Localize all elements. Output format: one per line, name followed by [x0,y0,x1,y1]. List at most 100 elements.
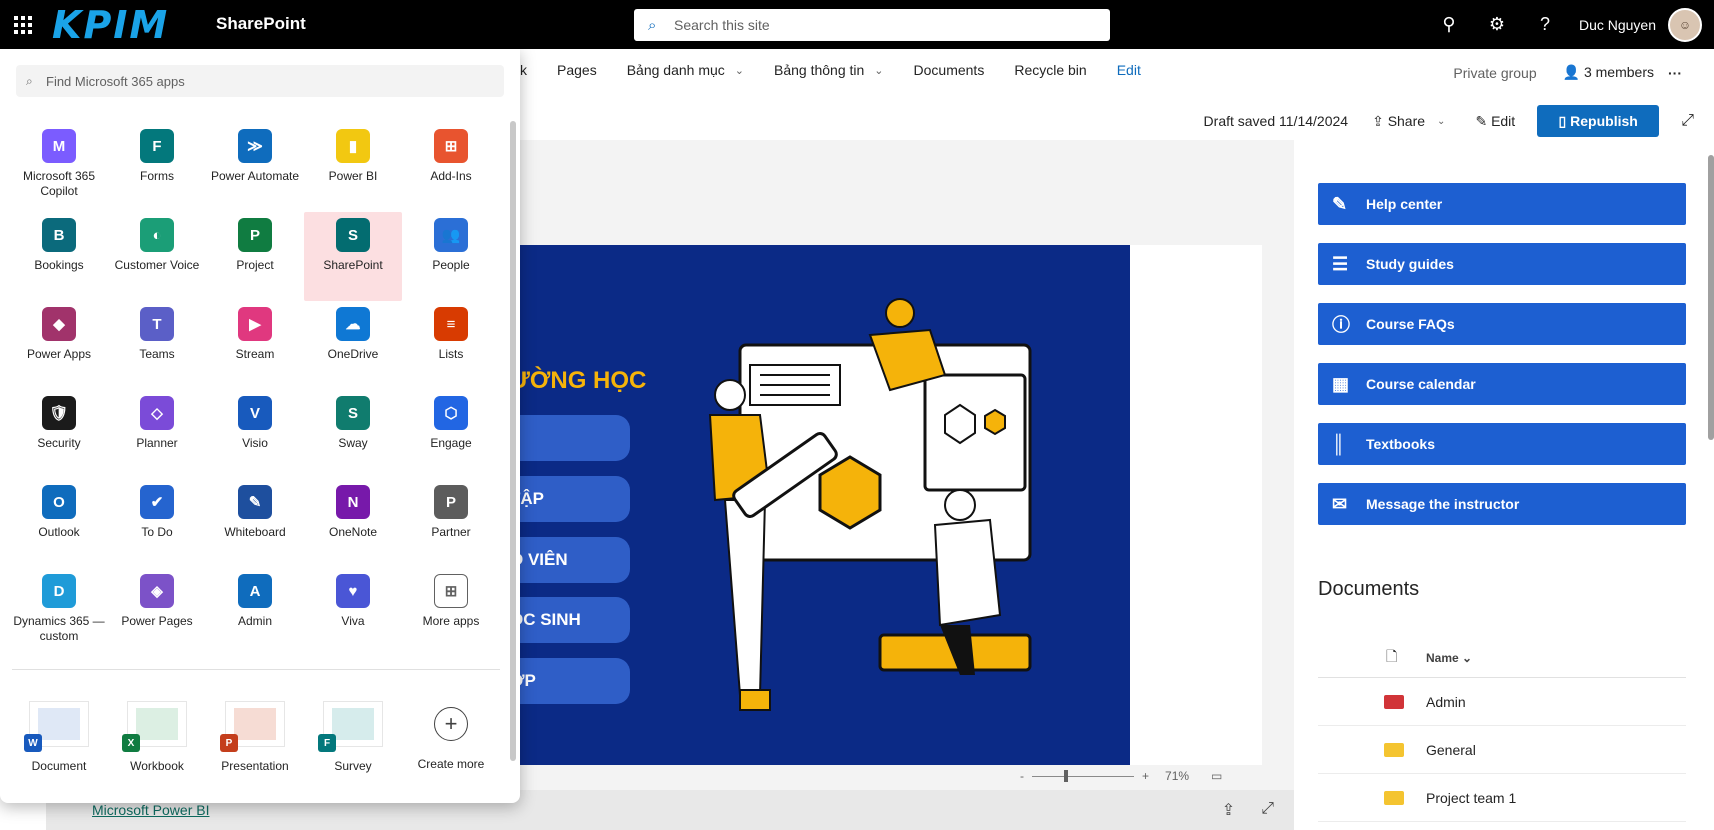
chevron-down-icon: ⌄ [734,64,744,77]
nav-item-documents[interactable]: Documents [914,62,985,78]
settings-icon[interactable]: ⚙ [1473,14,1521,35]
zoom-in-button[interactable]: + [1142,769,1149,783]
app-tile-security[interactable]: 🛡 Security [10,390,108,479]
share-icon[interactable]: ⇪ [1222,800,1235,820]
user-name[interactable]: Duc Nguyen [1579,17,1656,33]
folder-icon [1384,790,1404,805]
app-tile-stream[interactable]: ▶ Stream [206,301,304,390]
app-tile-engage[interactable]: ⬡ Engage [402,390,500,479]
app-tile-more-apps[interactable]: ⊞ More apps [402,568,500,657]
app-tile-partner[interactable]: P Partner [402,479,500,568]
expand-icon[interactable]: ⤢ [1681,112,1694,130]
feedback-icon[interactable]: ⚲ [1425,14,1473,35]
fit-page-icon[interactable]: ▭ [1211,769,1222,783]
nav-label: Bảng thông tin [774,62,865,78]
app-tile-customer-voice[interactable]: ◐ Customer Voice [108,212,206,301]
launcher-scrollbar[interactable] [510,121,516,761]
create-survey[interactable]: F Survey [304,701,402,773]
create-presentation[interactable]: P Presentation [206,701,304,773]
members-button[interactable]: 👤 3 members [1563,64,1654,81]
site-search-input[interactable]: ⌕ Search this site [634,9,1110,41]
folder-name[interactable]: General [1426,742,1476,758]
app-tile-people[interactable]: 👥 People [402,212,500,301]
app-tile-onedrive[interactable]: ☁ OneDrive [304,301,402,390]
app-tile-visio[interactable]: V Visio [206,390,304,479]
app-tile-admin[interactable]: A Admin [206,568,304,657]
app-tile-viva[interactable]: ♥ Viva [304,568,402,657]
nav-item-pages[interactable]: Pages [557,62,597,78]
nav-item-bang-danh-muc[interactable]: Bảng danh mục ⌄ [627,62,744,78]
quick-link-help-center[interactable]: ✎ Help center [1318,183,1686,225]
nav-label: Bảng danh mục [626,62,725,78]
nav-edit-link[interactable]: Edit [1117,62,1141,78]
quick-link-study-guides[interactable]: ☰ Study guides [1318,243,1686,285]
app-launcher-button[interactable] [0,0,46,49]
zoom-slider-handle[interactable] [1064,769,1068,782]
more-options-icon[interactable]: ··· [1668,65,1682,81]
create-workbook[interactable]: X Workbook [108,701,206,773]
document-badge-icon: W [24,734,42,752]
fullscreen-icon[interactable]: ⤢ [1261,800,1274,820]
bookings-icon: B [42,218,76,252]
find-apps-input[interactable]: ⌕ Find Microsoft 365 apps [16,65,504,97]
app-tile-project[interactable]: P Project [206,212,304,301]
column-name[interactable]: Name ⌄ [1426,651,1472,665]
app-tile-bookings[interactable]: B Bookings [10,212,108,301]
app-tile-planner[interactable]: ◇ Planner [108,390,206,479]
create-create-more[interactable]: + Create more [402,701,500,773]
folder-name[interactable]: Project team 1 [1426,790,1516,806]
nav-item-bang-thong-tin[interactable]: Bảng thông tin ⌄ [774,62,884,78]
app-tile-microsoft-365-copilot[interactable]: M Microsoft 365 Copilot [10,123,108,212]
app-tile-lists[interactable]: ≡ Lists [402,301,500,390]
table-row[interactable]: General [1318,726,1686,774]
command-bar: Draft saved 11/14/2024 ⇪ Share ⌄ ✎ Edit ▯… [1204,105,1714,137]
quick-link-message-instructor[interactable]: ✉ Message the instructor [1318,483,1686,525]
create-document[interactable]: W Document [10,701,108,773]
presentation-badge-icon: P [220,734,238,752]
nav-item-recycle-bin[interactable]: Recycle bin [1014,62,1086,78]
customer-voice-icon: ◐ [140,218,174,252]
app-tile-add-ins[interactable]: ⊞ Add-Ins [402,123,500,212]
app-tile-to-do[interactable]: ✔ To Do [108,479,206,568]
app-tile-whiteboard[interactable]: ✎ Whiteboard [206,479,304,568]
app-tile-sharepoint[interactable]: S SharePoint [304,212,402,301]
app-tile-outlook[interactable]: O Outlook [10,479,108,568]
quick-link-course-faqs[interactable]: ⓘ Course FAQs [1318,303,1686,345]
app-label: Teams [139,347,175,361]
app-title[interactable]: SharePoint [216,14,306,34]
suite-header: KPIM SharePoint ⌕ Search this site ⚲ ⚙ ?… [0,0,1714,49]
powerbi-report-banner[interactable]: ƯỜNG HỌC TẬP O VIÊN ỌC SINH ỚP [480,245,1130,765]
zoom-level: 71% [1165,769,1190,783]
app-tile-dynamics-365-custom[interactable]: D Dynamics 365 — custom [10,568,108,657]
folder-name[interactable]: Admin [1426,694,1466,710]
documents-title[interactable]: Documents [1318,578,1419,601]
help-icon[interactable]: ? [1521,14,1569,35]
folder-icon [1384,694,1404,709]
nav-item-partial[interactable]: k [520,62,527,78]
zoom-out-button[interactable]: - [1020,769,1024,783]
file-type-icon[interactable]: 🗋 [1318,646,1397,670]
app-tile-teams[interactable]: T Teams [108,301,206,390]
app-tile-power-apps[interactable]: ◆ Power Apps [10,301,108,390]
powerbi-link[interactable]: Microsoft Power BI [92,802,209,818]
share-button[interactable]: ⇪ Share ⌄ [1372,113,1445,130]
app-tile-sway[interactable]: S Sway [304,390,402,479]
table-row[interactable]: Project team 1 [1318,774,1686,822]
app-tile-power-bi[interactable]: ▮ Power BI [304,123,402,212]
app-tile-power-automate[interactable]: ≫ Power Automate [206,123,304,212]
app-tile-power-pages[interactable]: ◈ Power Pages [108,568,206,657]
nav-label: Recycle bin [1014,62,1087,78]
app-tile-onenote[interactable]: N OneNote [304,479,402,568]
app-tile-forms[interactable]: F Forms [108,123,206,212]
kpim-logo[interactable]: KPIM [52,3,182,47]
zoom-slider[interactable] [1032,769,1134,782]
quick-link-label: Message the instructor [1366,496,1520,512]
power-apps-icon: ◆ [42,307,76,341]
avatar[interactable]: ☺ [1668,7,1702,42]
republish-button[interactable]: ▯ Republish [1537,105,1660,137]
table-row[interactable]: Admin [1318,678,1686,726]
edit-button[interactable]: ✎ Edit [1475,113,1515,130]
quick-link-textbooks[interactable]: ║ Textbooks [1318,423,1686,465]
quick-link-course-calendar[interactable]: ▦ Course calendar [1318,363,1686,405]
page-scrollbar[interactable] [1708,155,1714,440]
